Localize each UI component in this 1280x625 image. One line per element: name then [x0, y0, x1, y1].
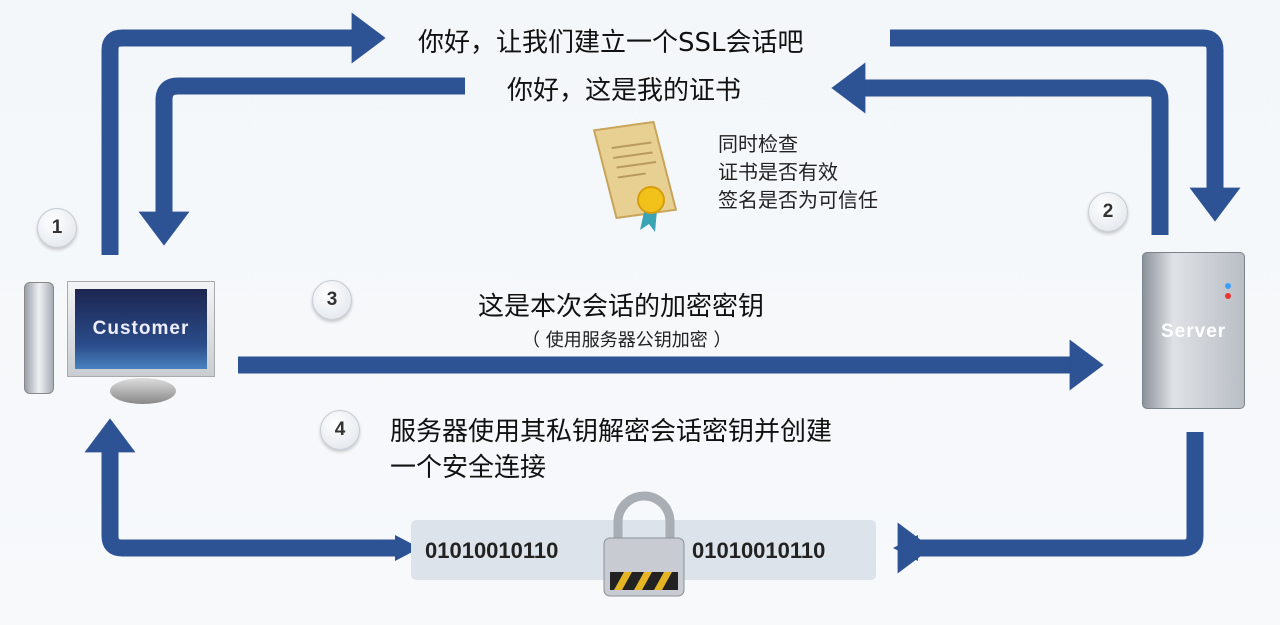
arrow-secure-left: [84, 418, 395, 557]
server-icon: Server: [1142, 252, 1245, 409]
arrow-certificate-to-client: [138, 77, 465, 246]
encrypted-data-left: 01010010110: [425, 538, 559, 563]
arrow-secure-right: [897, 432, 1204, 574]
step4-line: 一个安全连接: [390, 453, 547, 483]
step4-line: 服务器使用其私钥解密会话密钥并创建: [390, 417, 833, 447]
step-badge-3: 3: [312, 280, 352, 320]
client-monitor-stand: [110, 378, 176, 404]
client-label: Customer: [92, 318, 190, 339]
client-monitor: Customer: [67, 281, 215, 377]
server-label: Server: [1161, 321, 1227, 342]
step2-message: 你好，这是我的证书: [507, 76, 742, 106]
check-line: 证书是否有效: [718, 160, 838, 184]
step3-message: 这是本次会话的加密密钥: [478, 292, 765, 322]
step3-note: （ 使用服务器公钥加密 ）: [522, 330, 732, 351]
step-badge-2: 2: [1088, 192, 1128, 232]
certificate-check-note: 同时检查 证书是否有效 签名是否为可信任: [718, 130, 878, 214]
step-badge-4: 4: [320, 410, 360, 450]
padlock-icon: [603, 491, 685, 597]
encrypted-data-right: 01010010110: [692, 538, 826, 563]
step1-message: 你好，让我们建立一个SSL会话吧: [418, 28, 804, 58]
client-tower-icon: [24, 282, 54, 394]
check-line: 同时检查: [718, 132, 798, 156]
client-screen: Customer: [75, 289, 207, 369]
arrow-client-hello: [101, 12, 386, 255]
step4-message: 服务器使用其私钥解密会话密钥并创建 一个安全连接: [390, 414, 832, 486]
step-badge-1: 1: [37, 208, 77, 248]
certificate-icon: [592, 120, 678, 232]
check-line: 签名是否为可信任: [718, 188, 878, 212]
